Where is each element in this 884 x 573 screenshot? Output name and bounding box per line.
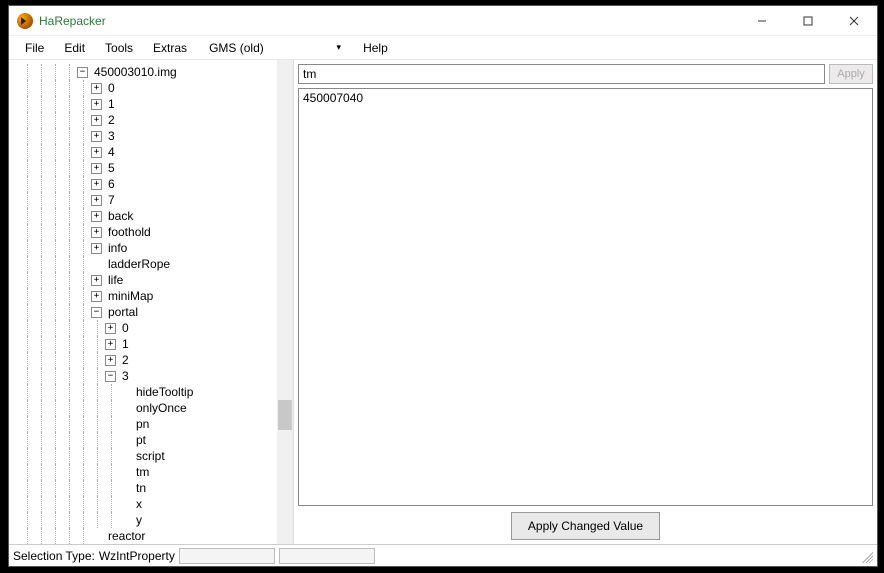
tree-node[interactable]: +life xyxy=(21,272,293,288)
tree-leaf-tm[interactable]: tm xyxy=(21,464,293,480)
resize-grip-icon[interactable] xyxy=(859,549,873,563)
status-pane-2 xyxy=(279,548,375,564)
tree-node[interactable]: +6 xyxy=(21,176,293,192)
version-select[interactable]: GMS (old) ▾ xyxy=(205,39,345,57)
menu-edit[interactable]: Edit xyxy=(54,38,95,58)
tree-leaf[interactable]: tn xyxy=(21,480,293,496)
app-title: HaRepacker xyxy=(39,14,106,28)
expand-icon[interactable]: + xyxy=(105,355,116,366)
expand-icon[interactable]: + xyxy=(91,227,102,238)
expand-icon[interactable]: + xyxy=(91,115,102,126)
expand-icon[interactable]: + xyxy=(91,243,102,254)
tree-node-portal[interactable]: −portal xyxy=(21,304,293,320)
tree-node[interactable]: +3 xyxy=(21,128,293,144)
expand-icon[interactable]: + xyxy=(91,99,102,110)
tree-node[interactable]: +miniMap xyxy=(21,288,293,304)
tree-node[interactable]: ladderRope xyxy=(21,256,293,272)
version-text: GMS (old) xyxy=(209,41,264,55)
statusbar: Selection Type: WzIntProperty xyxy=(9,544,877,566)
status-pane-1 xyxy=(179,548,275,564)
tree-leaf[interactable]: onlyOnce xyxy=(21,400,293,416)
selection-type-value: WzIntProperty xyxy=(99,549,175,563)
tree-node[interactable]: reactor xyxy=(21,528,293,544)
scroll-thumb[interactable] xyxy=(278,400,292,430)
tree-node[interactable]: +1 xyxy=(21,96,293,112)
menu-extras[interactable]: Extras xyxy=(143,38,197,58)
expand-icon[interactable]: + xyxy=(91,179,102,190)
app-icon xyxy=(17,13,33,29)
tree-node[interactable]: +2 xyxy=(21,112,293,128)
tree-node[interactable]: +back xyxy=(21,208,293,224)
tree-scrollbar[interactable] xyxy=(277,60,293,544)
tree-node[interactable]: +4 xyxy=(21,144,293,160)
tree-leaf[interactable]: x xyxy=(21,496,293,512)
expand-icon[interactable]: + xyxy=(91,211,102,222)
maximize-button[interactable] xyxy=(785,6,831,36)
property-value-input[interactable]: 450007040 xyxy=(298,88,873,506)
titlebar: HaRepacker xyxy=(9,6,877,36)
expand-icon[interactable]: + xyxy=(91,195,102,206)
expand-icon[interactable]: + xyxy=(91,83,102,94)
apply-name-button[interactable]: Apply xyxy=(829,64,873,84)
close-button[interactable] xyxy=(831,6,877,36)
tree-leaf[interactable]: pt xyxy=(21,432,293,448)
tree-node[interactable]: +2 xyxy=(21,352,293,368)
expand-icon[interactable]: + xyxy=(91,163,102,174)
selection-type-label: Selection Type: xyxy=(13,549,95,563)
tree-node-portal-3[interactable]: −3 xyxy=(21,368,293,384)
tree-node[interactable]: +0 xyxy=(21,320,293,336)
tree-node[interactable]: +0 xyxy=(21,80,293,96)
app-window: HaRepacker File Edit Tools Extras GMS (o… xyxy=(8,5,878,567)
tree-node[interactable]: +info xyxy=(21,240,293,256)
tree-leaf[interactable]: hideTooltip xyxy=(21,384,293,400)
tree-leaf[interactable]: script xyxy=(21,448,293,464)
expand-icon[interactable]: + xyxy=(91,275,102,286)
expand-icon[interactable]: + xyxy=(91,147,102,158)
window-controls xyxy=(739,6,877,36)
collapse-icon[interactable]: − xyxy=(77,67,88,78)
tree-node[interactable]: +5 xyxy=(21,160,293,176)
collapse-icon[interactable]: − xyxy=(105,371,116,382)
tree[interactable]: − 450003010.img +0 +1 +2 +3 +4 +5 +6 +7 … xyxy=(9,60,293,544)
tree-leaf[interactable]: pn xyxy=(21,416,293,432)
apply-changed-value-button[interactable]: Apply Changed Value xyxy=(511,512,660,540)
tree-leaf[interactable]: y xyxy=(21,512,293,528)
content: − 450003010.img +0 +1 +2 +3 +4 +5 +6 +7 … xyxy=(9,60,877,544)
menubar: File Edit Tools Extras GMS (old) ▾ Help xyxy=(9,36,877,60)
tree-node-root[interactable]: − 450003010.img xyxy=(21,64,293,80)
tree-node[interactable]: +foothold xyxy=(21,224,293,240)
tree-pane: − 450003010.img +0 +1 +2 +3 +4 +5 +6 +7 … xyxy=(9,60,294,544)
chevron-down-icon: ▾ xyxy=(337,42,342,53)
expand-icon[interactable]: + xyxy=(105,339,116,350)
property-name-input[interactable]: tm xyxy=(298,64,825,84)
expand-icon[interactable]: + xyxy=(91,131,102,142)
menu-file[interactable]: File xyxy=(15,38,54,58)
tree-node[interactable]: +1 xyxy=(21,336,293,352)
tree-node[interactable]: +7 xyxy=(21,192,293,208)
menu-help[interactable]: Help xyxy=(353,38,398,58)
collapse-icon[interactable]: − xyxy=(91,307,102,318)
editor-pane: tm Apply 450007040 Apply Changed Value xyxy=(294,60,877,544)
minimize-button[interactable] xyxy=(739,6,785,36)
menu-tools[interactable]: Tools xyxy=(95,38,143,58)
expand-icon[interactable]: + xyxy=(105,323,116,334)
expand-icon[interactable]: + xyxy=(91,291,102,302)
